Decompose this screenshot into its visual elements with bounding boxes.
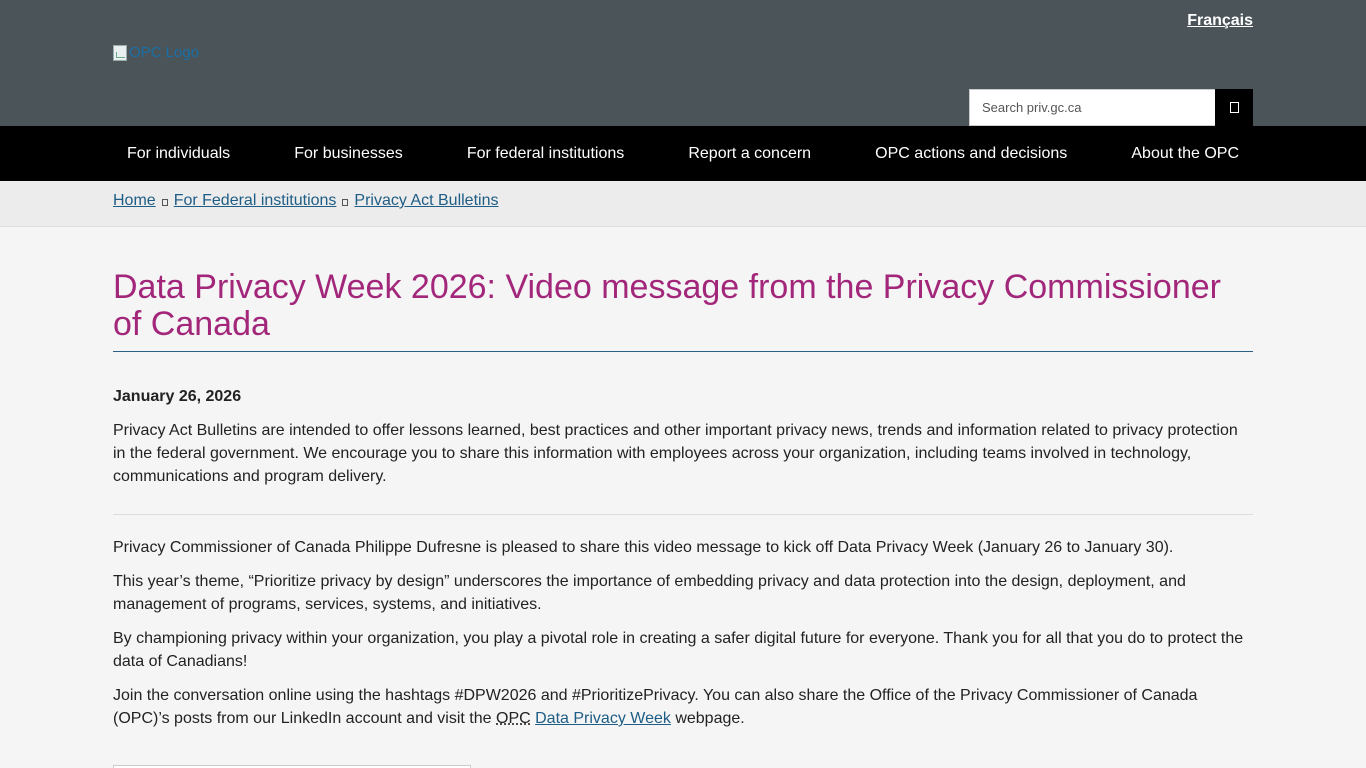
nav-item-for-businesses[interactable]: For businesses [280, 126, 417, 181]
language-toggle-link[interactable]: Français [1187, 12, 1253, 30]
conversation-text-end: webpage. [670, 710, 745, 727]
nav-item-for-individuals[interactable]: For individuals [113, 126, 244, 181]
breadcrumb-home[interactable]: Home [113, 192, 156, 210]
main-nav: For individuals For businesses For feder… [0, 126, 1366, 181]
breadcrumb-separator-icon [342, 198, 349, 206]
site-header: Français OPC Logo [0, 0, 1366, 126]
main-content: Data Privacy Week 2026: Video message fr… [0, 227, 1366, 768]
divider [113, 514, 1253, 515]
search-input[interactable] [969, 89, 1215, 126]
search-icon [1229, 102, 1239, 113]
broken-image-icon [113, 44, 127, 61]
opc-abbreviation: OPC [496, 710, 531, 727]
paragraph-championing: By championing privacy within your organ… [113, 630, 1244, 670]
nav-item-opc-actions-and-decisions[interactable]: OPC actions and decisions [861, 126, 1081, 181]
breadcrumb: Home For Federal institutions Privacy Ac… [113, 181, 1366, 221]
nav-item-about-the-opc[interactable]: About the OPC [1117, 126, 1253, 181]
breadcrumb-privacy-act-bulletins[interactable]: Privacy Act Bulletins [354, 192, 498, 210]
breadcrumb-bar: Home For Federal institutions Privacy Ac… [0, 181, 1366, 227]
nav-item-for-federal-institutions[interactable]: For federal institutions [453, 126, 638, 181]
breadcrumb-separator-icon [161, 198, 168, 206]
intro-paragraph: Privacy Act Bulletins are intended to of… [113, 422, 1238, 485]
page-title: Data Privacy Week 2026: Video message fr… [113, 269, 1253, 352]
opc-logo[interactable]: OPC Logo [113, 44, 199, 61]
search-form [969, 89, 1253, 126]
data-privacy-week-link[interactable]: Data Privacy Week [535, 710, 671, 727]
nav-item-report-a-concern[interactable]: Report a concern [674, 126, 825, 181]
publication-date: January 26, 2026 [113, 388, 242, 405]
paragraph-announcement: Privacy Commissioner of Canada Philippe … [113, 539, 1174, 556]
breadcrumb-federal-institutions[interactable]: For Federal institutions [174, 192, 337, 210]
search-button[interactable] [1215, 89, 1253, 126]
paragraph-theme: This year’s theme, “Prioritize privacy b… [113, 573, 1186, 613]
paragraph-conversation: Join the conversation online using the h… [113, 684, 1253, 730]
logo-alt-text: OPC Logo [129, 44, 200, 61]
